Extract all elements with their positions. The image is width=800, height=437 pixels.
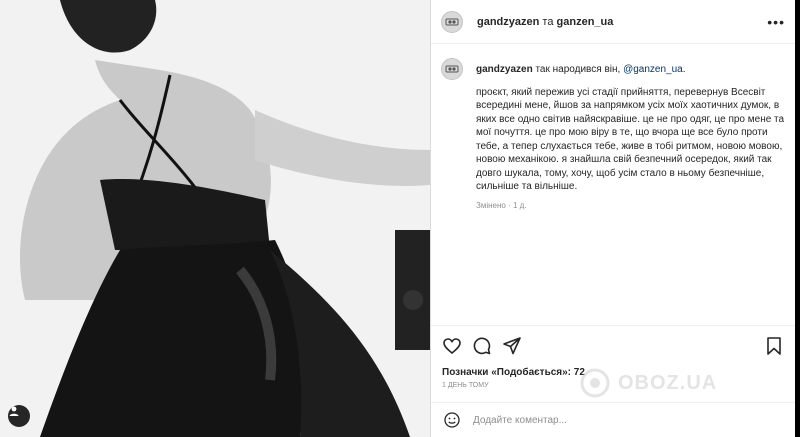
comment-bar: [431, 402, 795, 437]
emoji-icon: [444, 412, 460, 428]
caption-author-link[interactable]: gandzyazen: [476, 64, 533, 75]
post-authors: gandzyazen та ganzen_ua: [477, 16, 613, 28]
like-button[interactable]: [441, 335, 463, 357]
post-header: gandzyazen та ganzen_ua •••: [431, 0, 795, 44]
more-options-icon: •••: [767, 13, 785, 30]
share-icon: [503, 336, 521, 354]
caption-mention-link[interactable]: @ganzen_ua: [623, 64, 683, 75]
comment-button[interactable]: [471, 335, 493, 357]
emoji-button[interactable]: [443, 411, 461, 429]
caption-first-text: так народився він,: [535, 64, 621, 75]
caption-row: gandzyazen так народився він, @ganzen_ua…: [441, 58, 785, 212]
user-tag-icon: [9, 406, 19, 416]
photo-illustration: [0, 0, 430, 437]
bookmark-icon: [767, 336, 781, 355]
comment-icon: [473, 337, 491, 354]
watermark-logo-icon: [580, 368, 610, 398]
more-options-button[interactable]: •••: [767, 14, 785, 30]
caption-meta: Змінено · 1 д.: [476, 200, 527, 210]
caption-body: gandzyazen так народився він, @ganzen_ua…: [476, 58, 785, 212]
caption-mention-suffix: .: [682, 64, 686, 75]
action-bar: [431, 325, 795, 365]
collaborator-link[interactable]: ganzen_ua: [557, 16, 614, 28]
author-link[interactable]: gandzyazen: [477, 16, 539, 28]
window-edge: [795, 0, 800, 437]
caption-author-avatar[interactable]: [441, 58, 463, 80]
author-connector: та: [542, 15, 554, 28]
post-photo[interactable]: [0, 0, 430, 437]
heart-icon: [443, 337, 461, 354]
post-time[interactable]: 1 день тому: [442, 382, 489, 389]
author-avatar[interactable]: [441, 10, 463, 33]
watermark-text: OBOZ.UA: [618, 371, 718, 394]
comment-input[interactable]: [473, 414, 723, 426]
likes-count[interactable]: Позначки «Подобається»: 72: [442, 367, 585, 378]
caption-area: gandzyazen так народився він, @ganzen_ua…: [441, 58, 785, 212]
save-button[interactable]: [763, 335, 785, 357]
caption-text: проєкт, який пережив усі стадії прийнятт…: [476, 86, 785, 193]
caption-first-line: gandzyazen так народився він, @ganzen_ua…: [476, 63, 785, 77]
user-tag-button[interactable]: [8, 405, 30, 427]
share-button[interactable]: [501, 335, 523, 357]
watermark: OBOZ.UA: [580, 368, 717, 398]
